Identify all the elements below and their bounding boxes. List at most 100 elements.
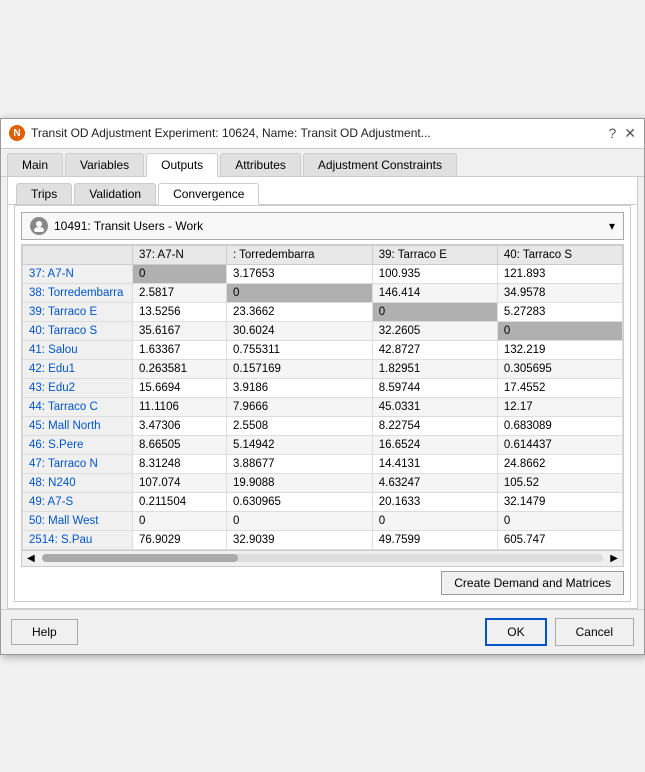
data-cell: 1.82951	[372, 359, 497, 378]
table-row: 40: Tarraco S35.616730.602432.26050	[23, 321, 623, 340]
data-cell: 3.47306	[133, 416, 227, 435]
data-cell: 0	[497, 511, 622, 530]
data-cell: 0	[497, 321, 622, 340]
window-title: Transit OD Adjustment Experiment: 10624,…	[31, 126, 431, 140]
row-label-cell: 39: Tarraco E	[23, 302, 133, 321]
data-cell: 20.1633	[372, 492, 497, 511]
data-cell: 7.9666	[226, 397, 372, 416]
table-row: 43: Edu215.66943.91868.5974417.4552	[23, 378, 623, 397]
row-label-cell: 40: Tarraco S	[23, 321, 133, 340]
scroll-thumb[interactable]	[42, 554, 239, 562]
data-cell: 14.4131	[372, 454, 497, 473]
data-cell: 3.9186	[226, 378, 372, 397]
row-label-cell: 41: Salou	[23, 340, 133, 359]
data-cell: 105.52	[497, 473, 622, 492]
table-row: 49: A7-S0.2115040.63096520.163332.1479	[23, 492, 623, 511]
table-row: 41: Salou1.633670.75531142.8727132.219	[23, 340, 623, 359]
tab-variables[interactable]: Variables	[65, 153, 144, 176]
data-cell: 3.88677	[226, 454, 372, 473]
data-cell: 0.683089	[497, 416, 622, 435]
table-body: 37: A7-N03.17653100.935121.89338: Torred…	[23, 264, 623, 549]
data-cell: 5.14942	[226, 435, 372, 454]
data-cell: 0.211504	[133, 492, 227, 511]
data-cell: 49.7599	[372, 530, 497, 549]
data-cell: 146.414	[372, 283, 497, 302]
table-header-row: 37: A7-N : Torredembarra 39: Tarraco E 4…	[23, 245, 623, 264]
data-cell: 2.5817	[133, 283, 227, 302]
col-header-3: 39: Tarraco E	[372, 245, 497, 264]
tab-adjustment-constraints[interactable]: Adjustment Constraints	[303, 153, 457, 176]
ok-button[interactable]: OK	[485, 618, 546, 646]
data-cell: 0	[133, 511, 227, 530]
title-bar: N Transit OD Adjustment Experiment: 1062…	[1, 119, 644, 149]
data-cell: 23.3662	[226, 302, 372, 321]
table-row: 39: Tarraco E13.525623.366205.27283	[23, 302, 623, 321]
row-label-cell: 50: Mall West	[23, 511, 133, 530]
data-cell: 132.219	[497, 340, 622, 359]
data-cell: 5.27283	[497, 302, 622, 321]
help-button[interactable]: Help	[11, 619, 78, 645]
data-cell: 13.5256	[133, 302, 227, 321]
table-row: 42: Edu10.2635810.1571691.829510.305695	[23, 359, 623, 378]
table-row: 44: Tarraco C11.11067.966645.033112.17	[23, 397, 623, 416]
data-cell: 8.31248	[133, 454, 227, 473]
main-tabs: Main Variables Outputs Attributes Adjust…	[1, 149, 644, 177]
data-cell: 0	[133, 264, 227, 283]
user-group-label: 10491: Transit Users - Work	[54, 219, 203, 233]
tab-attributes[interactable]: Attributes	[220, 153, 301, 176]
data-cell: 19.9088	[226, 473, 372, 492]
data-cell: 32.2605	[372, 321, 497, 340]
main-window: N Transit OD Adjustment Experiment: 1062…	[0, 118, 645, 655]
data-cell: 12.17	[497, 397, 622, 416]
data-cell: 1.63367	[133, 340, 227, 359]
data-cell: 17.4552	[497, 378, 622, 397]
tab-main[interactable]: Main	[7, 153, 63, 176]
data-cell: 3.17653	[226, 264, 372, 283]
data-cell: 0.305695	[497, 359, 622, 378]
data-cell: 32.1479	[497, 492, 622, 511]
table-row: 45: Mall North3.473062.55088.227540.6830…	[23, 416, 623, 435]
data-cell: 0.614437	[497, 435, 622, 454]
data-cell: 8.59744	[372, 378, 497, 397]
data-cell: 34.9578	[497, 283, 622, 302]
title-bar-left: N Transit OD Adjustment Experiment: 1062…	[9, 125, 431, 141]
content-area: 10491: Transit Users - Work ▾ 37: A7-N :…	[14, 205, 631, 602]
data-cell: 15.6694	[133, 378, 227, 397]
cancel-button[interactable]: Cancel	[555, 618, 634, 646]
sub-tab-trips[interactable]: Trips	[16, 183, 72, 204]
od-matrix-table: 37: A7-N : Torredembarra 39: Tarraco E 4…	[22, 245, 623, 550]
row-label-cell: 38: Torredembarra	[23, 283, 133, 302]
create-demand-button[interactable]: Create Demand and Matrices	[441, 571, 624, 595]
data-cell: 2.5508	[226, 416, 372, 435]
table-row: 37: A7-N03.17653100.935121.893	[23, 264, 623, 283]
data-cell: 4.63247	[372, 473, 497, 492]
sub-tab-convergence[interactable]: Convergence	[158, 183, 259, 205]
title-bar-controls: ? ✕	[608, 125, 636, 142]
sub-tabs: Trips Validation Convergence	[8, 177, 637, 205]
user-group-dropdown[interactable]: 10491: Transit Users - Work ▾	[21, 212, 624, 240]
data-cell: 42.8727	[372, 340, 497, 359]
data-cell: 16.6524	[372, 435, 497, 454]
data-cell: 45.0331	[372, 397, 497, 416]
tab-outputs[interactable]: Outputs	[146, 153, 218, 177]
user-group-icon	[30, 217, 48, 235]
scroll-left-icon[interactable]: ◀	[24, 553, 38, 564]
table-scroll-area[interactable]: 37: A7-N : Torredembarra 39: Tarraco E 4…	[22, 245, 623, 550]
table-row: 2514: S.Pau76.902932.903949.7599605.747	[23, 530, 623, 549]
sub-tab-validation[interactable]: Validation	[74, 183, 156, 204]
close-icon[interactable]: ✕	[624, 125, 636, 142]
data-cell: 0.755311	[226, 340, 372, 359]
scroll-track[interactable]	[42, 554, 604, 562]
row-label-cell: 47: Tarraco N	[23, 454, 133, 473]
data-cell: 0	[226, 511, 372, 530]
table-row: 46: S.Pere8.665055.1494216.65240.614437	[23, 435, 623, 454]
data-cell: 0.157169	[226, 359, 372, 378]
data-cell: 0	[372, 302, 497, 321]
col-header-4: 40: Tarraco S	[497, 245, 622, 264]
col-header-0	[23, 245, 133, 264]
help-icon[interactable]: ?	[608, 125, 616, 141]
table-row: 48: N240107.07419.90884.63247105.52	[23, 473, 623, 492]
horizontal-scrollbar[interactable]: ◀ ▶	[22, 550, 623, 566]
row-label-cell: 43: Edu2	[23, 378, 133, 397]
scroll-right-icon[interactable]: ▶	[607, 553, 621, 564]
